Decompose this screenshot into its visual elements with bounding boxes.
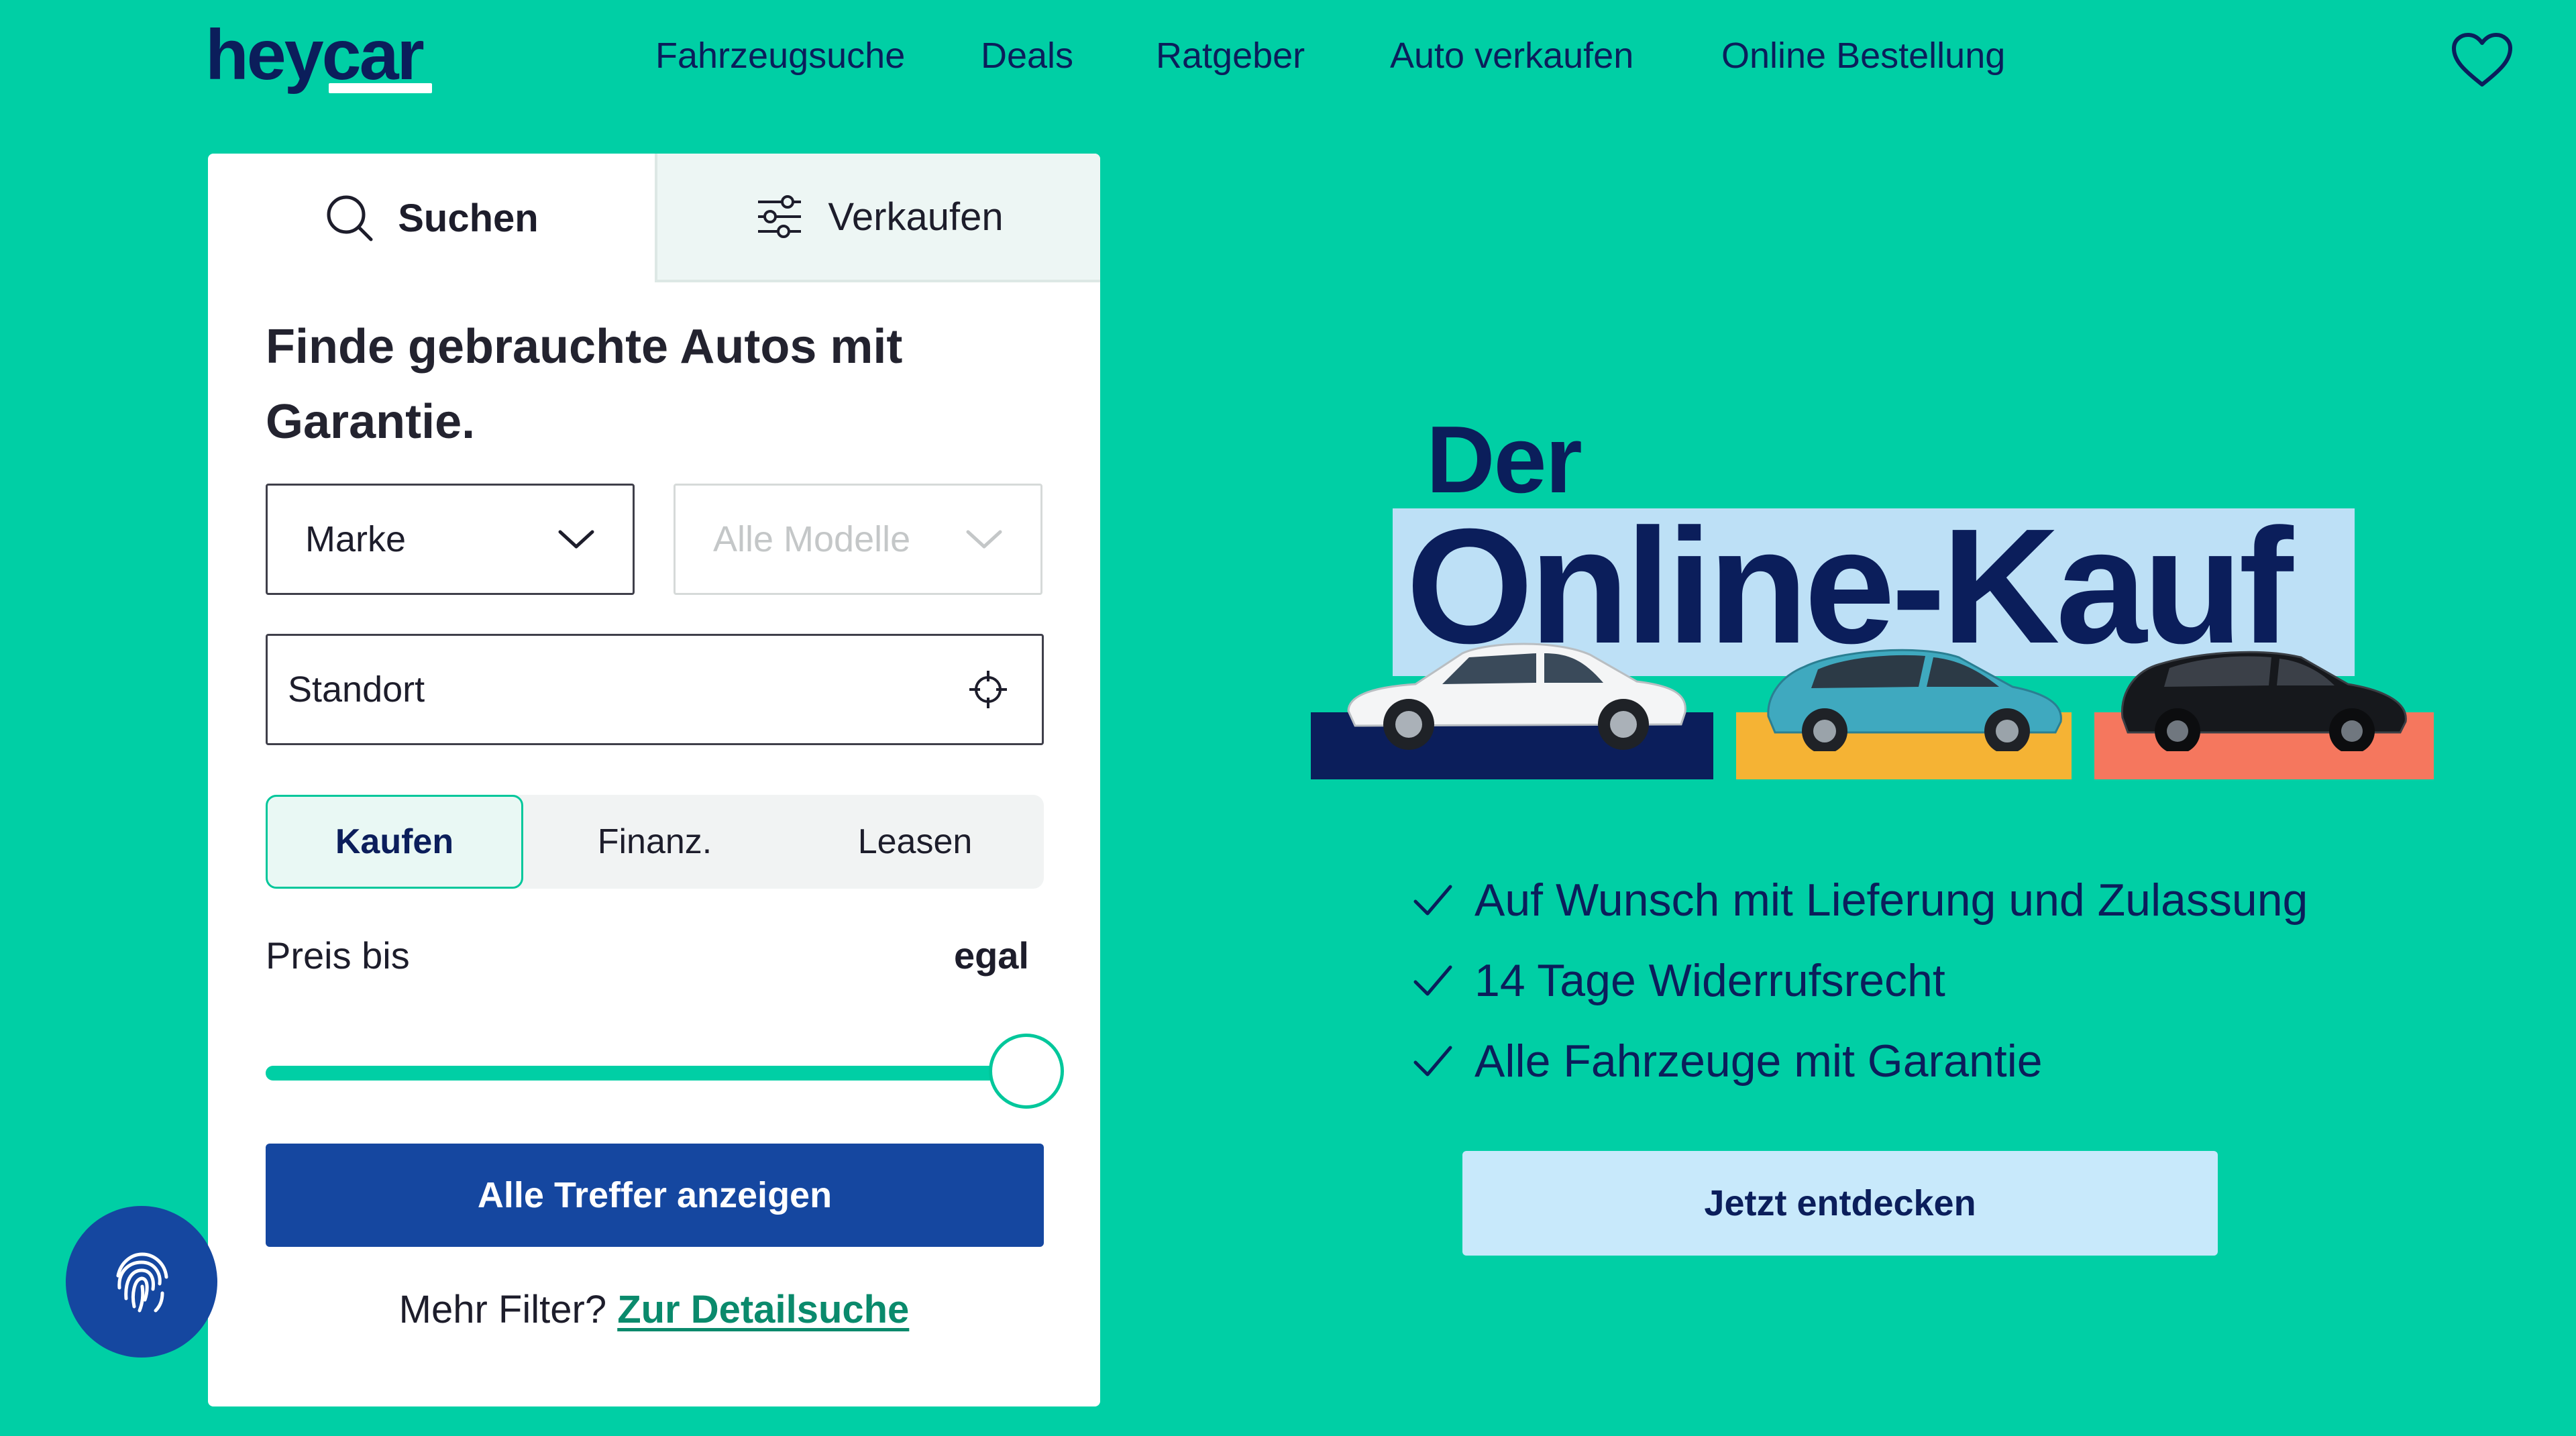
mode-leasen[interactable]: Leasen	[786, 795, 1044, 889]
price-label: Preis bis	[266, 934, 410, 977]
heart-icon[interactable]	[2450, 31, 2514, 89]
search-card-title: Finde gebrauchte Autos mit Garantie.	[266, 320, 903, 449]
nav-online-bestellung[interactable]: Online Bestellung	[1721, 35, 2005, 76]
nav-auto-verkaufen[interactable]: Auto verkaufen	[1390, 35, 1633, 76]
tab-verkaufen[interactable]: Verkaufen	[655, 154, 1100, 282]
location-field[interactable]: Standort	[266, 634, 1044, 745]
chevron-down-icon	[966, 530, 1002, 549]
benefit-text: Auf Wunsch mit Lieferung und Zulassung	[1474, 875, 2308, 926]
purchase-mode-toggle: Kaufen Finanz. Leasen	[266, 795, 1044, 889]
search-card: Suchen Verkaufen Finde gebrauchte Autos …	[208, 154, 1100, 1406]
search-icon	[327, 195, 373, 241]
brand-select[interactable]: Marke	[266, 484, 635, 595]
nav-ratgeber[interactable]: Ratgeber	[1156, 35, 1305, 76]
benefit-item: Auf Wunsch mit Lieferung und Zulassung	[1410, 860, 2308, 940]
tab-suchen[interactable]: Suchen	[208, 154, 655, 282]
price-slider-handle[interactable]	[989, 1034, 1064, 1109]
blue-hatchback-image	[1767, 649, 2062, 751]
price-slider-fill	[266, 1066, 1026, 1081]
chevron-down-icon	[558, 530, 594, 549]
more-filter-row: Mehr Filter? Zur Detailsuche	[208, 1287, 1100, 1332]
nav-fahrzeugsuche[interactable]: Fahrzeugsuche	[655, 35, 905, 76]
black-hatchback-image	[2121, 651, 2407, 751]
nav-deals[interactable]: Deals	[981, 35, 1073, 76]
show-results-button[interactable]: Alle Treffer anzeigen	[266, 1144, 1044, 1247]
check-icon	[1413, 885, 1452, 916]
privacy-badge[interactable]	[66, 1206, 217, 1358]
tab-verkaufen-label: Verkaufen	[828, 195, 1004, 239]
discover-button[interactable]: Jetzt entdecken	[1462, 1151, 2218, 1256]
check-icon	[1413, 1046, 1452, 1076]
mode-kaufen[interactable]: Kaufen	[266, 795, 523, 889]
benefit-list: Auf Wunsch mit Lieferung und Zulassung 1…	[1410, 860, 2308, 1101]
benefit-item: Alle Fahrzeuge mit Garantie	[1410, 1021, 2308, 1101]
detail-search-link[interactable]: Zur Detailsuche	[617, 1288, 909, 1331]
sliders-icon	[758, 195, 802, 238]
model-select-value: Alle Modelle	[713, 519, 911, 559]
fingerprint-icon	[116, 1252, 168, 1313]
white-sedan-image	[1347, 643, 1686, 750]
benefit-text: Alle Fahrzeuge mit Garantie	[1474, 1036, 2043, 1087]
tab-suchen-label: Suchen	[398, 196, 539, 240]
benefit-text: 14 Tage Widerrufsrecht	[1474, 955, 1945, 1006]
brand-select-value: Marke	[305, 519, 407, 559]
location-field-value: Standort	[288, 669, 425, 710]
logo-underline	[329, 83, 432, 93]
more-filter-text: Mehr Filter?	[398, 1288, 607, 1331]
price-value: egal	[953, 934, 1029, 977]
mode-finanz[interactable]: Finanz.	[526, 795, 784, 889]
benefit-item: 14 Tage Widerrufsrecht	[1410, 940, 2308, 1021]
model-select[interactable]: Alle Modelle	[674, 484, 1042, 595]
crosshair-icon[interactable]	[967, 668, 1010, 711]
check-icon	[1413, 965, 1452, 996]
price-slider-track[interactable]	[266, 1066, 1026, 1081]
page: heycar Fahrzeugsuche Deals Ratgeber Auto…	[0, 0, 2576, 1436]
